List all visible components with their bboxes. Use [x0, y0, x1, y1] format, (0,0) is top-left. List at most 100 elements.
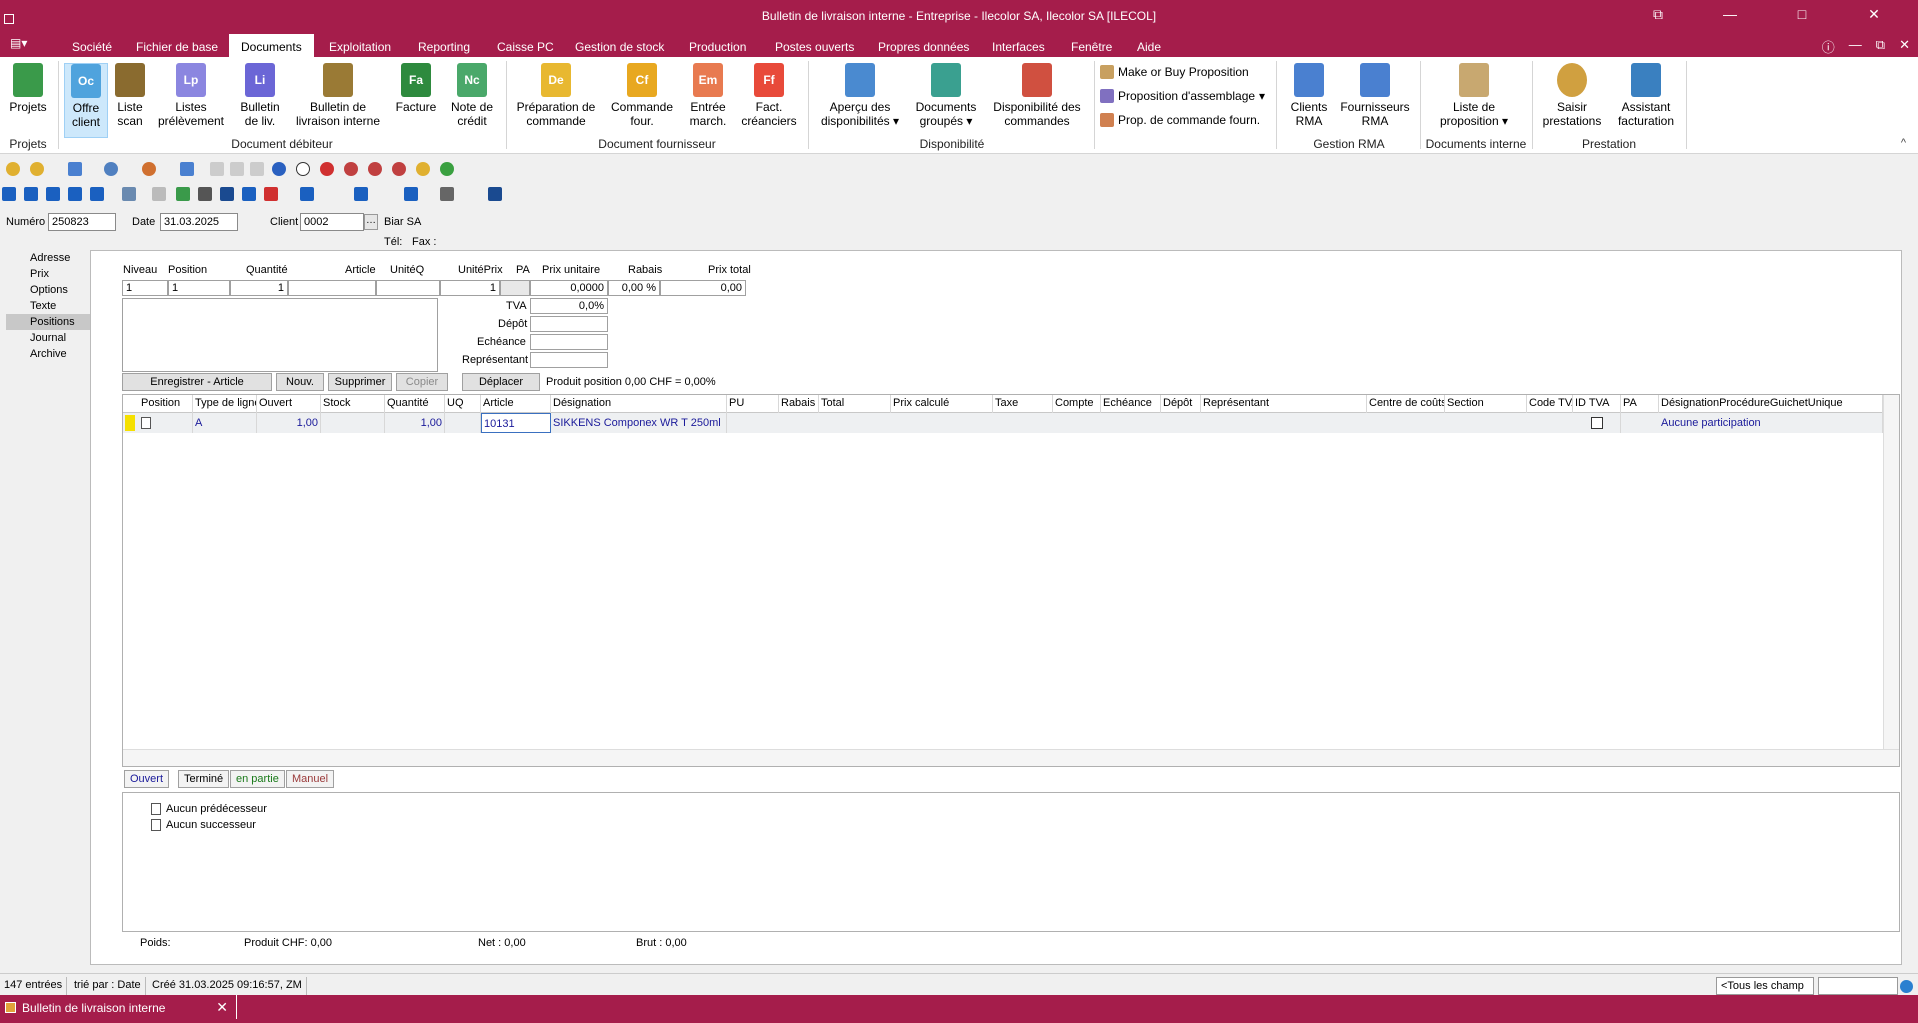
next-record-icon[interactable]	[68, 187, 82, 201]
fact-creanciers-button[interactable]: Ff Fact. créanciers	[738, 63, 800, 128]
question-icon[interactable]	[296, 162, 310, 176]
table-view-icon[interactable]	[122, 187, 136, 201]
col-taxe[interactable]: Taxe	[993, 395, 1053, 413]
col-position[interactable]: Position	[139, 395, 193, 413]
client-lookup-button[interactable]: …	[364, 214, 378, 230]
mdi-close-icon[interactable]: ✕	[1899, 37, 1910, 56]
article-field[interactable]	[288, 280, 376, 296]
disponibilite-commandes-button[interactable]: Disponibilité des commandes	[986, 63, 1088, 128]
refresh-nav-icon[interactable]	[46, 187, 60, 201]
saisir-prestations-button[interactable]: Saisir prestations	[1538, 63, 1606, 128]
supprimer-button[interactable]: Supprimer	[328, 373, 392, 391]
col-prix-calcule[interactable]: Prix calculé	[891, 395, 993, 413]
col-centre-de-couts[interactable]: Centre de coûts	[1367, 395, 1445, 413]
stop-icon[interactable]	[320, 162, 334, 176]
make-or-buy-button[interactable]: Make or Buy Proposition	[1100, 65, 1249, 79]
copier-button[interactable]: Copier	[396, 373, 448, 391]
filter-manuel-button[interactable]: Manuel	[286, 770, 335, 788]
user-icon[interactable]	[104, 162, 118, 176]
toolbar-icon-1[interactable]	[6, 162, 20, 176]
grid-vertical-scrollbar[interactable]	[1883, 395, 1899, 750]
position-text-area[interactable]	[122, 298, 438, 372]
id-tva-checkbox[interactable]	[1590, 417, 1603, 429]
tva-field[interactable]: 0,0%	[530, 298, 608, 314]
prop-commande-fourn-button[interactable]: Prop. de commande fourn.	[1100, 113, 1260, 127]
col-depot[interactable]: Dépôt	[1161, 395, 1201, 413]
nav-prix[interactable]: Prix	[6, 266, 102, 282]
sun-icon[interactable]	[416, 162, 430, 176]
undo-icon[interactable]	[242, 187, 256, 201]
client-field[interactable]: 0002	[300, 213, 364, 231]
cell-procedure[interactable]: Aucune participation	[1659, 413, 1883, 433]
cell-uq[interactable]	[445, 413, 481, 433]
col-quantite[interactable]: Quantité	[385, 395, 445, 413]
prix-total-field[interactable]: 0,00	[660, 280, 746, 296]
cell-designation[interactable]: SIKKENS Componex WR T 250ml	[551, 413, 727, 433]
first-record-icon[interactable]	[2, 187, 16, 201]
nav-texte[interactable]: Texte	[6, 298, 102, 314]
user-alt-icon[interactable]	[142, 162, 156, 176]
apercu-disponibilites-button[interactable]: Aperçu des disponibilités ▾	[814, 63, 906, 128]
representant-field[interactable]	[530, 352, 608, 368]
commande-four-button[interactable]: Cf Commande four.	[606, 63, 678, 128]
nav-positions[interactable]: Positions	[6, 314, 102, 330]
proposition-assemblage-button[interactable]: Proposition d'assemblage ▾	[1100, 89, 1265, 103]
note-de-credit-button[interactable]: Nc Note de crédit	[446, 63, 498, 128]
add-circle-icon[interactable]	[440, 162, 454, 176]
table-row[interactable]: A 1,00 1,00 10131 SIKKENS Componex WR T …	[123, 413, 1899, 433]
entree-march-button[interactable]: Em Entrée march.	[684, 63, 732, 128]
filter-termine-button[interactable]: Terminé	[178, 770, 230, 788]
liste-scan-button[interactable]: Liste scan	[110, 63, 150, 128]
nav-archive[interactable]: Archive	[6, 346, 102, 362]
echeance-field[interactable]	[530, 334, 608, 350]
cell-ouvert[interactable]: 1,00	[257, 413, 321, 433]
col-echeance[interactable]: Echéance	[1101, 395, 1161, 413]
successor-item[interactable]: Aucun successeur	[151, 819, 256, 831]
previous-record-icon[interactable]	[24, 187, 38, 201]
col-code-tva[interactable]: Code TVA	[1527, 395, 1573, 413]
record-icon-3[interactable]	[392, 162, 406, 176]
menu-exploitation[interactable]: Exploitation	[329, 40, 391, 54]
ribbon-collapse-icon[interactable]: ^	[1901, 137, 1906, 149]
print-icon[interactable]	[440, 187, 454, 201]
calculator-icon[interactable]	[488, 187, 502, 201]
col-uq[interactable]: UQ	[445, 395, 481, 413]
liste-de-proposition-button[interactable]: Liste de proposition ▾	[1426, 63, 1522, 128]
toolbar-icon-2[interactable]	[30, 162, 44, 176]
menu-interfaces[interactable]: Interfaces	[992, 40, 1045, 54]
task-bulletin-livraison-interne[interactable]: Bulletin de livraison interne ✕	[0, 995, 237, 1019]
mdi-minimize-icon[interactable]: —	[1849, 37, 1862, 56]
new-record-icon[interactable]	[176, 187, 190, 201]
nouv-button[interactable]: Nouv.	[276, 373, 324, 391]
col-rabais[interactable]: Rabais	[779, 395, 819, 413]
col-id-tva[interactable]: ID TVA	[1573, 395, 1621, 413]
col-designation[interactable]: Désignation	[551, 395, 727, 413]
uniteprix-field[interactable]: 1	[440, 280, 500, 296]
cell-article[interactable]: 10131	[481, 413, 551, 433]
preparation-commande-button[interactable]: De Préparation de commande	[512, 63, 600, 128]
col-total[interactable]: Total	[819, 395, 891, 413]
clients-rma-button[interactable]: Clients RMA	[1284, 63, 1334, 128]
menu-reporting[interactable]: Reporting	[418, 40, 470, 54]
help-icon[interactable]: ⓘ	[1822, 37, 1835, 56]
col-ouvert[interactable]: Ouvert	[257, 395, 321, 413]
listes-prelevement-button[interactable]: Lp Listes prélèvement	[152, 63, 230, 128]
enregistrer-article-button[interactable]: Enregistrer - Article	[122, 373, 272, 391]
filter-en-partie-button[interactable]: en partie	[230, 770, 285, 788]
col-type-de-ligne[interactable]: Type de ligne	[193, 395, 257, 413]
menu-gestion-de-stock[interactable]: Gestion de stock	[575, 40, 664, 54]
restore-window-icon[interactable]: ⧉	[1622, 6, 1694, 23]
maximize-button[interactable]: □	[1766, 6, 1838, 23]
menu-societe[interactable]: Société	[72, 40, 112, 54]
offre-client-button[interactable]: Oc Offre client	[64, 63, 108, 138]
field-filter-select[interactable]: <Tous les champ	[1716, 977, 1814, 995]
position-field[interactable]: 1	[168, 280, 230, 296]
menu-postes-ouverts[interactable]: Postes ouverts	[775, 40, 854, 54]
cell-stock[interactable]	[321, 413, 385, 433]
prix-unitaire-field[interactable]: 0,0000	[530, 280, 608, 296]
system-menu-icon[interactable]: ▤▾	[10, 36, 27, 50]
menu-propres-donnees[interactable]: Propres données	[878, 40, 969, 54]
close-button[interactable]: ✕	[1838, 6, 1910, 23]
menu-documents[interactable]: Documents	[229, 34, 314, 57]
copy-record-icon[interactable]	[198, 187, 212, 201]
